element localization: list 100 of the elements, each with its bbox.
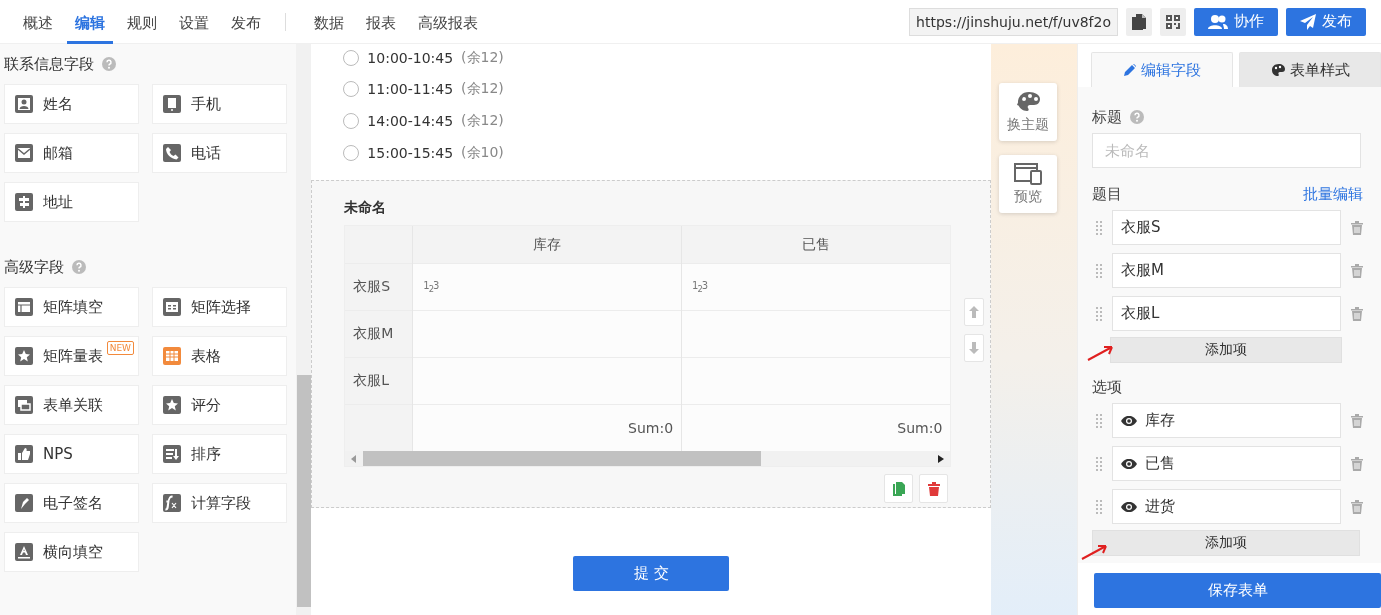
field-type-item[interactable]: 排序 xyxy=(152,434,287,474)
publish-button[interactable]: 发布 xyxy=(1286,7,1366,36)
field-type-item[interactable]: 电子签名 xyxy=(4,483,139,523)
mobile-phone-icon xyxy=(163,95,181,113)
option-label: 14:00-14:45 xyxy=(367,113,454,129)
nav-tab[interactable]: 数据 xyxy=(306,0,352,44)
save-form-button[interactable]: 保存表单 xyxy=(1094,573,1381,608)
copy-icon xyxy=(892,481,905,496)
item-input[interactable]: 库存 xyxy=(1112,403,1341,438)
annotation-arrow xyxy=(1086,343,1116,361)
item-input[interactable]: 衣服S xyxy=(1112,210,1341,245)
number-hint: 1$_{2}$3 xyxy=(423,280,439,292)
arrow-down-icon xyxy=(969,342,980,355)
item-input[interactable]: 衣服M xyxy=(1112,253,1341,288)
collaborate-button[interactable]: 协作 xyxy=(1194,7,1278,36)
radio-button[interactable] xyxy=(343,144,360,161)
item-input[interactable]: 进货 xyxy=(1112,489,1341,524)
change-theme-button[interactable]: 换主题 xyxy=(999,83,1057,141)
remaining-count: (余10) xyxy=(461,143,504,162)
field-type-item[interactable]: NPS xyxy=(4,434,139,474)
nav-tab[interactable]: 概述 xyxy=(15,0,61,44)
duplicate-button[interactable] xyxy=(884,474,914,504)
nav-tab[interactable]: 报表 xyxy=(358,0,404,44)
add-item-button[interactable]: 添加项 xyxy=(1092,530,1360,556)
qr-code-button[interactable] xyxy=(1160,7,1186,36)
field-label: 标题 xyxy=(1092,107,1122,127)
field-type-item[interactable]: 矩阵量表 NEW xyxy=(4,336,139,376)
qr-code-icon xyxy=(1166,14,1180,29)
field-type-item[interactable]: 手机 xyxy=(152,84,287,124)
paper-plane-icon xyxy=(1300,13,1316,30)
palette-icon xyxy=(1270,64,1285,76)
field-type-item[interactable]: 表格 xyxy=(152,336,287,376)
submit-button[interactable]: 提 交 xyxy=(573,556,730,592)
field-type-item[interactable]: 矩阵选择 xyxy=(152,287,287,327)
panel-tab[interactable]: 编辑字段 xyxy=(1091,52,1233,87)
option-label: 11:00-11:45 xyxy=(367,81,454,98)
table-cell[interactable]: 1$_{2}$3 xyxy=(412,263,682,311)
phone-icon xyxy=(163,144,181,162)
field-type-item[interactable]: 地址 xyxy=(4,182,139,222)
field-type-item[interactable]: 邮箱 xyxy=(4,133,139,173)
section-title: 联系信息字段 xyxy=(4,54,94,74)
arrow-up-icon xyxy=(969,306,980,319)
field-title: 未命名 xyxy=(344,199,388,218)
nav-tab[interactable]: 发布 xyxy=(223,0,269,44)
grid-icon xyxy=(15,298,33,316)
radio-button[interactable] xyxy=(343,49,360,66)
field-type-item[interactable]: 电话 xyxy=(152,133,287,173)
sort-icon xyxy=(163,445,181,463)
drag-handle-icon xyxy=(1096,456,1102,471)
letter-icon xyxy=(15,543,33,561)
remaining-count: (余12) xyxy=(461,48,504,67)
section-title: 高级字段 xyxy=(4,257,64,277)
field-type-item[interactable]: 矩阵填空 xyxy=(4,287,139,327)
selected-field-block[interactable]: 未命名 库存 已售 衣服S 1$_{2}$3 1$_{2}$3 衣服M 衣服L Sum:0 Sum:0 xyxy=(311,180,992,509)
sum-cell: Sum:0 xyxy=(412,404,682,452)
radio-button[interactable] xyxy=(343,113,360,129)
nav-tab[interactable]: 规则 xyxy=(119,0,165,44)
add-item-button[interactable]: 添加项 xyxy=(1110,337,1342,363)
palette-icon xyxy=(1015,90,1041,113)
scroll-left-icon xyxy=(351,454,358,463)
copy-button[interactable] xyxy=(1126,7,1152,36)
batch-edit-link[interactable]: 批量编辑 xyxy=(1303,184,1363,204)
table-icon xyxy=(163,347,181,365)
move-up-button[interactable] xyxy=(964,298,985,327)
trash-icon xyxy=(1351,456,1363,471)
drag-handle-icon xyxy=(1096,306,1102,321)
drag-handle-icon xyxy=(1096,263,1102,278)
option-label: 10:00-10:45 xyxy=(367,49,454,66)
new-badge: NEW xyxy=(106,341,134,355)
item-input[interactable]: 衣服L xyxy=(1112,296,1341,331)
radio-button[interactable] xyxy=(343,81,360,98)
field-label: 选项 xyxy=(1092,377,1123,397)
move-down-button[interactable] xyxy=(964,334,985,363)
field-type-item[interactable]: 表单关联 xyxy=(4,385,139,425)
horizontal-scrollbar[interactable] xyxy=(345,451,951,467)
table-cell[interactable]: 1$_{2}$3 xyxy=(681,263,951,311)
scrollbar[interactable] xyxy=(295,44,312,615)
panel-tab[interactable]: 表单样式 xyxy=(1239,52,1381,87)
field-type-item[interactable]: 横向填空 xyxy=(4,532,139,572)
trash-icon xyxy=(1351,499,1363,514)
signpost-icon xyxy=(15,193,33,211)
preview-button[interactable]: 预览 xyxy=(999,155,1057,213)
title-input[interactable]: 未命名 xyxy=(1092,133,1361,168)
field-type-item[interactable]: 评分 xyxy=(152,385,287,425)
copy-icon xyxy=(1132,13,1146,30)
row-header: 衣服M xyxy=(345,310,413,358)
drag-handle-icon xyxy=(1096,413,1102,428)
url-field[interactable]: https://jinshuju.net/f/uv8f2o xyxy=(909,7,1118,36)
field-type-item[interactable]: 计算字段 xyxy=(152,483,287,523)
field-type-item[interactable]: 姓名 xyxy=(4,84,139,124)
star-icon xyxy=(15,347,33,365)
nav-tab[interactable]: 高级报表 xyxy=(410,0,486,44)
trash-icon xyxy=(1351,306,1363,321)
star-icon xyxy=(163,396,181,414)
grid-icon xyxy=(163,298,181,316)
nav-tab[interactable]: 设置 xyxy=(171,0,217,44)
item-input[interactable]: 已售 xyxy=(1112,446,1341,481)
help-icon xyxy=(1130,110,1144,124)
delete-button[interactable] xyxy=(919,474,949,504)
thumbs-up-icon xyxy=(15,445,33,463)
